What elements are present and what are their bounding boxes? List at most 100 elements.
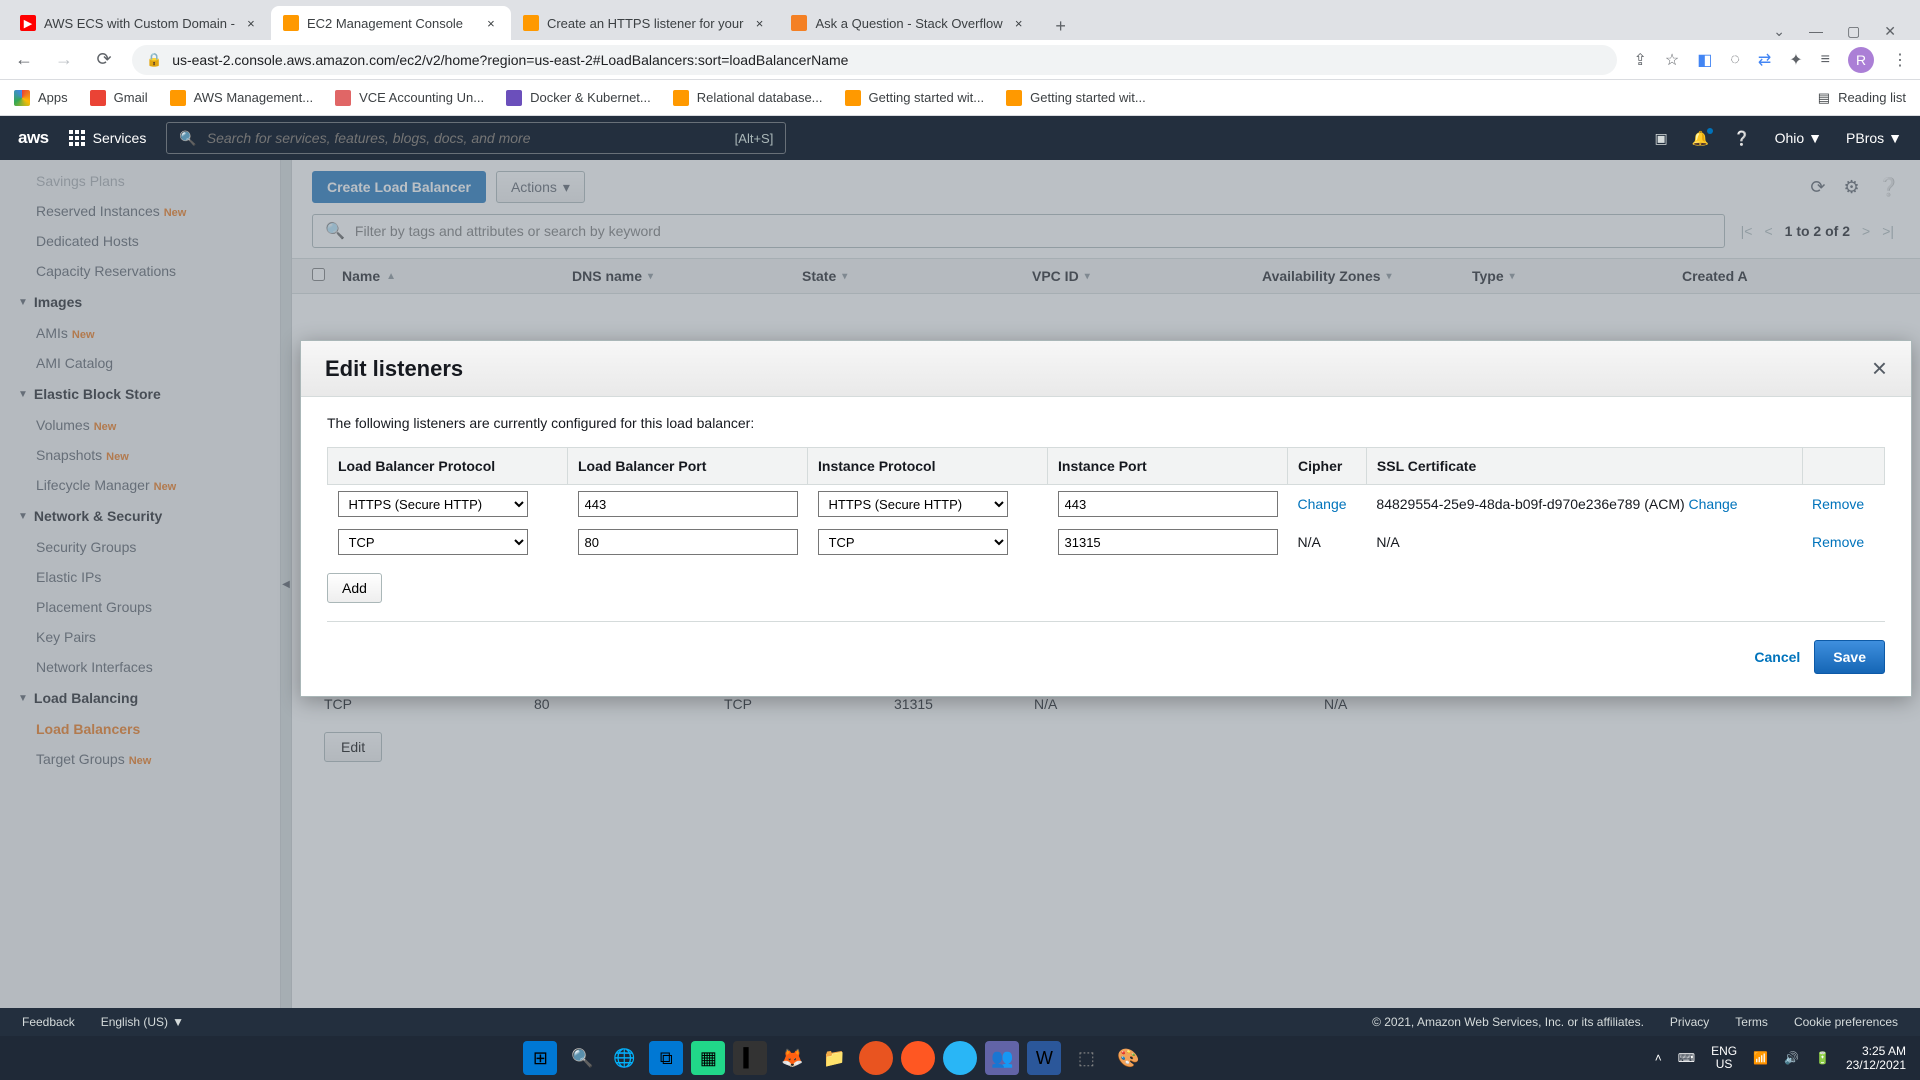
ubuntu-icon[interactable]	[859, 1041, 893, 1075]
cloudshell-icon[interactable]: ▣	[1654, 130, 1667, 147]
close-icon[interactable]: ×	[243, 15, 259, 31]
share-icon[interactable]: ⇪	[1633, 50, 1646, 70]
services-menu[interactable]: Services	[69, 130, 147, 146]
close-icon[interactable]: ×	[1872, 353, 1887, 384]
wifi-icon[interactable]: 📶	[1753, 1051, 1768, 1065]
app-icon[interactable]: ⬚	[1069, 1041, 1103, 1075]
chrome-icon[interactable]: 🌐	[607, 1041, 641, 1075]
start-icon[interactable]: ⊞	[523, 1041, 557, 1075]
region-selector[interactable]: Ohio▼	[1775, 130, 1822, 146]
youtube-icon: ▶	[20, 15, 36, 31]
bookmark-gs2[interactable]: Getting started wit...	[1006, 90, 1146, 106]
pycharm-icon[interactable]: ▦	[691, 1041, 725, 1075]
caret-down-icon: ▼	[172, 1015, 184, 1029]
search-input[interactable]	[207, 130, 725, 146]
aws-search[interactable]: 🔍 [Alt+S]	[166, 122, 786, 154]
lb-protocol-select[interactable]: TCP	[338, 529, 528, 555]
feedback-link[interactable]: Feedback	[22, 1015, 75, 1029]
figma-icon[interactable]: 🎨	[1111, 1041, 1145, 1075]
language-selector[interactable]: English (US)▼	[101, 1015, 184, 1029]
close-icon[interactable]: ✕	[1884, 23, 1896, 40]
modal-title: Edit listeners	[325, 356, 463, 382]
bookmark-gs1[interactable]: Getting started wit...	[845, 90, 985, 106]
app-icon[interactable]	[943, 1041, 977, 1075]
search-icon[interactable]: 🔍	[565, 1041, 599, 1075]
bookmark-rds[interactable]: Relational database...	[673, 90, 823, 106]
bookmark-aws[interactable]: AWS Management...	[170, 90, 313, 106]
modal-description: The following listeners are currently co…	[327, 415, 1885, 431]
explorer-icon[interactable]: 📁	[817, 1041, 851, 1075]
services-label: Services	[93, 130, 147, 146]
instance-port-input[interactable]	[1058, 491, 1278, 517]
lb-port-input[interactable]	[578, 491, 798, 517]
vscode-icon[interactable]: ⧉	[649, 1041, 683, 1075]
privacy-link[interactable]: Privacy	[1670, 1015, 1709, 1029]
remove-link[interactable]: Remove	[1812, 534, 1864, 550]
volume-icon[interactable]: 🔊	[1784, 1051, 1799, 1065]
url-input[interactable]: 🔒 us-east-2.console.aws.amazon.com/ec2/v…	[132, 45, 1617, 75]
tray-chevron-icon[interactable]: ˄	[1655, 1051, 1662, 1065]
account-label: PBros	[1846, 130, 1884, 146]
forward-button[interactable]: →	[52, 48, 76, 72]
add-button[interactable]: Add	[327, 573, 382, 603]
tab-2[interactable]: Create an HTTPS listener for your ×	[511, 6, 780, 40]
keyboard-icon[interactable]: ⌨	[1678, 1051, 1695, 1065]
cookie-link[interactable]: Cookie preferences	[1794, 1015, 1898, 1029]
tab-3[interactable]: Ask a Question - Stack Overflow ×	[779, 6, 1038, 40]
minimize-icon[interactable]: —	[1809, 23, 1823, 40]
tab-0[interactable]: ▶ AWS ECS with Custom Domain - ×	[8, 6, 271, 40]
clock[interactable]: 3:25 AM 23/12/2021	[1846, 1044, 1906, 1073]
maximize-icon[interactable]: ▢	[1847, 23, 1860, 40]
menu-icon[interactable]: ⋮	[1892, 50, 1908, 70]
close-icon[interactable]: ×	[483, 15, 499, 31]
profile-avatar[interactable]: R	[1848, 47, 1874, 73]
postman-icon[interactable]	[901, 1041, 935, 1075]
word-icon[interactable]: W	[1027, 1041, 1061, 1075]
remove-link[interactable]: Remove	[1812, 496, 1864, 512]
extension-icon[interactable]: ◧	[1697, 50, 1712, 70]
firefox-icon[interactable]: 🦊	[775, 1041, 809, 1075]
caret-down-icon: ▼	[1808, 130, 1822, 146]
lb-protocol-select[interactable]: HTTPS (Secure HTTP)	[338, 491, 528, 517]
bell-icon[interactable]: 🔔	[1692, 130, 1709, 147]
tab-label: Create an HTTPS listener for your	[547, 16, 744, 31]
grid-icon	[69, 130, 85, 146]
instance-protocol-select[interactable]: TCP	[818, 529, 1008, 555]
terminal-icon[interactable]: ▍	[733, 1041, 767, 1075]
aws-logo[interactable]: aws	[18, 128, 49, 148]
url-text: us-east-2.console.aws.amazon.com/ec2/v2/…	[172, 52, 848, 68]
account-menu[interactable]: PBros▼	[1846, 130, 1902, 146]
language-indicator[interactable]: ENG US	[1711, 1045, 1737, 1071]
instance-protocol-select[interactable]: HTTPS (Secure HTTP)	[818, 491, 1008, 517]
cipher-change-link[interactable]: Change	[1298, 496, 1347, 512]
back-button[interactable]: ←	[12, 48, 36, 72]
translate-icon[interactable]: ⇄	[1758, 50, 1771, 70]
battery-icon[interactable]: 🔋	[1815, 1051, 1830, 1065]
docker-icon	[506, 90, 522, 106]
close-icon[interactable]: ×	[751, 15, 767, 31]
save-button[interactable]: Save	[1814, 640, 1885, 674]
region-label: Ohio	[1775, 130, 1805, 146]
terms-link[interactable]: Terms	[1735, 1015, 1768, 1029]
help-icon[interactable]: ❔	[1733, 130, 1750, 147]
bookmark-apps[interactable]: Apps	[14, 90, 68, 106]
instance-port-input[interactable]	[1058, 529, 1278, 555]
ssl-change-link[interactable]: Change	[1689, 496, 1738, 512]
chevron-down-icon[interactable]: ⌄	[1773, 23, 1785, 40]
cancel-button[interactable]: Cancel	[1754, 649, 1800, 665]
list-icon[interactable]: ≡	[1821, 51, 1830, 69]
bookmark-docker[interactable]: Docker & Kubernet...	[506, 90, 651, 106]
bookmark-vce[interactable]: VCE Accounting Un...	[335, 90, 484, 106]
bookmark-gmail[interactable]: Gmail	[90, 90, 148, 106]
teams-icon[interactable]: 👥	[985, 1041, 1019, 1075]
tab-1[interactable]: EC2 Management Console ×	[271, 6, 511, 40]
reload-button[interactable]: ⟳	[92, 48, 116, 72]
star-icon[interactable]: ☆	[1665, 50, 1679, 70]
new-tab-button[interactable]: +	[1047, 12, 1075, 40]
puzzle-icon[interactable]: ✦	[1789, 50, 1802, 70]
modal-footer: Cancel Save	[327, 621, 1885, 678]
extension-icon[interactable]: ◌	[1730, 51, 1740, 69]
close-icon[interactable]: ×	[1011, 15, 1027, 31]
lb-port-input[interactable]	[578, 529, 798, 555]
reading-list-button[interactable]: ▤Reading list	[1818, 90, 1906, 106]
